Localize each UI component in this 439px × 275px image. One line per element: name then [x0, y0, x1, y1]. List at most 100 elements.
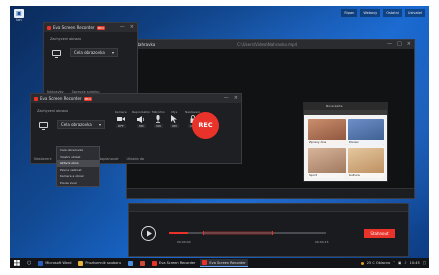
- taskbar-app-explorer[interactable]: Pruzkumnik souboru: [76, 259, 123, 267]
- rec-button[interactable]: REC: [192, 112, 219, 139]
- bookmark-item[interactable]: Uzivatel: [404, 9, 425, 17]
- close-icon[interactable]: ×: [234, 94, 238, 103]
- screenshot-frame: ▣ Icn Ripan Webovy Ostatni Uzivatel Nahr…: [0, 0, 439, 275]
- close-icon[interactable]: ×: [130, 23, 134, 32]
- minimize-icon[interactable]: —: [387, 40, 392, 49]
- window-controls: — ×: [120, 23, 134, 32]
- cursor-icon: [170, 115, 178, 123]
- camera-icon: [116, 115, 125, 123]
- search-button[interactable]: ○: [25, 259, 33, 267]
- network-icon[interactable]: ▣: [398, 261, 401, 265]
- time-start: 00:00:00: [177, 240, 191, 244]
- word-icon: [38, 260, 44, 266]
- trim-range[interactable]: [203, 231, 273, 235]
- schedule-link[interactable]: Naplanovat: [98, 157, 118, 161]
- taskbar: ○ Microsoft Word Pruzkumnik souboru Eva …: [10, 258, 429, 268]
- recorder-icon: [152, 260, 158, 266]
- news-card-caption: Sport: [308, 172, 346, 178]
- system-tray: 25 C Oblacno ˄ ▣ ♪ 10:45 □: [360, 259, 426, 267]
- pro-badge: PRO: [96, 25, 105, 30]
- mouse-control[interactable]: Mys ON: [170, 110, 179, 128]
- news-card-caption: Pocasi: [348, 139, 384, 145]
- player-window: 00:00:00 00:00:15 Stahnout: [128, 203, 409, 257]
- speaker-label: Reproduktor: [132, 110, 151, 114]
- news-card[interactable]: Sport: [308, 148, 346, 178]
- bookmark-item[interactable]: Ripan: [341, 9, 358, 17]
- screen-select-value: Cela obrazovka: [74, 50, 105, 55]
- windows-icon: [14, 260, 20, 266]
- store-icon: [128, 260, 134, 266]
- minimize-icon[interactable]: —: [120, 23, 125, 32]
- recorder-titlebar: Eva Screen Recorder PRO — ×: [44, 23, 137, 32]
- recorder-window-back: Eva Screen Recorder PRO — × Zachyceni ob…: [43, 22, 138, 97]
- notification-icon[interactable]: □: [423, 261, 426, 265]
- camera-control[interactable]: Kamera OFF: [115, 110, 127, 128]
- window-controls: — □ ×: [387, 40, 411, 49]
- close-icon[interactable]: ×: [407, 40, 411, 49]
- taskbar-app[interactable]: [138, 259, 147, 267]
- recorder-logo-icon: [47, 25, 51, 30]
- news-card-caption: Zpravy dne: [308, 139, 346, 145]
- app-icon: ▣: [14, 9, 24, 18]
- maximize-icon[interactable]: □: [397, 40, 402, 49]
- speaker-control[interactable]: Reproduktor ON: [132, 110, 151, 128]
- taskbar-app-word[interactable]: Microsoft Word: [36, 259, 73, 267]
- news-card[interactable]: Zpravy dne: [308, 119, 346, 145]
- dark-window-title: Nahravka: [136, 42, 156, 47]
- menu-item[interactable]: Pouze zvuk: [57, 180, 99, 187]
- news-card[interactable]: Kultura: [348, 148, 384, 178]
- capture-mode-menu: Cela obrazovka Vlastni oblast Aktivni ok…: [56, 146, 100, 187]
- news-card-caption: Kultura: [348, 172, 384, 178]
- mouse-label: Mys: [171, 110, 178, 114]
- dark-window-bottom-bar: [127, 188, 414, 198]
- pro-badge: PRO: [83, 96, 92, 101]
- recorder-logo-icon: [34, 96, 38, 101]
- screen-select[interactable]: Cela obrazovka ▾: [70, 48, 118, 57]
- desktop-shortcut[interactable]: ▣ Icn: [13, 9, 25, 23]
- camera-state: OFF: [115, 124, 126, 128]
- search-icon: ○: [27, 260, 32, 266]
- play-button[interactable]: [141, 226, 156, 241]
- weather-icon: [360, 261, 364, 265]
- taskbar-app-label: Eva Screen Recorder: [159, 261, 196, 265]
- window-controls: — ×: [224, 94, 238, 103]
- start-button[interactable]: [12, 259, 22, 267]
- browser-toolbar: [304, 110, 387, 115]
- microphone-icon: [154, 115, 162, 123]
- player-header: [129, 204, 408, 212]
- taskbar-app-recorder-active[interactable]: Eva Screen Recorder: [200, 259, 248, 267]
- tray-arrow-icon[interactable]: ˄: [393, 261, 395, 265]
- news-card[interactable]: Pocasi: [348, 119, 384, 145]
- progress-track[interactable]: [169, 231, 326, 235]
- monitor-icon: [39, 122, 48, 130]
- bookmark-item[interactable]: Ostatni: [383, 9, 402, 17]
- capture-label: Zachyceni obrazu: [37, 109, 69, 113]
- microphone-control[interactable]: Mikrofon ON: [152, 110, 165, 128]
- volume-icon[interactable]: ♪: [404, 261, 406, 265]
- desktop: ▣ Icn Ripan Webovy Ostatni Uzivatel Nahr…: [10, 6, 429, 268]
- save-to-link[interactable]: Uklada do: [127, 157, 145, 161]
- dark-window-titlebar: Nahravka C:\Users\Video\Nahravka.mp4 — □…: [127, 40, 414, 49]
- taskbar-app[interactable]: [126, 259, 135, 267]
- screen-select[interactable]: Cela obrazovka ▾: [57, 120, 105, 129]
- bookmark-item[interactable]: Webovy: [360, 9, 381, 17]
- browser-titlebar: Nova karta: [304, 103, 387, 110]
- progress-fill: [169, 232, 188, 234]
- microphone-label: Mikrofon: [152, 110, 165, 114]
- capture-label: Zachyceni obrazu: [50, 37, 82, 41]
- settings-link[interactable]: Nastaveni: [34, 157, 52, 161]
- speaker-state: ON: [136, 124, 146, 128]
- taskbar-app-label: Microsoft Word: [45, 261, 72, 265]
- time-end: 00:00:15: [315, 240, 329, 244]
- microphone-state: ON: [154, 124, 163, 128]
- taskbar-app-recorder[interactable]: Eva Screen Recorder: [150, 259, 197, 267]
- recorder-titlebar: Eva Screen Recorder PRO — ×: [31, 94, 241, 103]
- camera-label: Kamera: [115, 110, 127, 114]
- download-button[interactable]: Stahnout: [364, 229, 395, 238]
- clock[interactable]: 10:45: [410, 261, 420, 265]
- app-icon: [140, 260, 146, 266]
- taskbar-app-label: Pruzkumnik souboru: [85, 261, 122, 265]
- chevron-down-icon: ▾: [98, 122, 101, 127]
- weather-text: 25 C Oblacno: [366, 261, 391, 265]
- minimize-icon[interactable]: —: [224, 94, 229, 103]
